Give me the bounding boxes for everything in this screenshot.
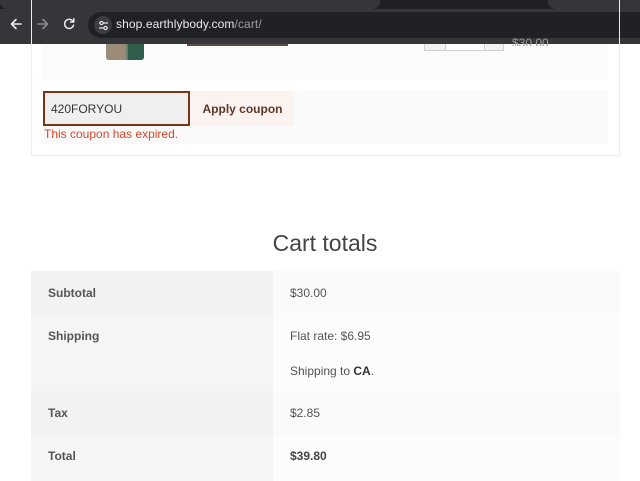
- back-button[interactable]: [6, 14, 26, 34]
- product-name-link[interactable]: [187, 44, 288, 46]
- tax-label: Tax: [48, 406, 68, 420]
- shipping-rate: Flat rate: $6.95: [290, 329, 371, 343]
- tax-value: $2.85: [290, 406, 321, 420]
- coupon-error-message: This coupon has expired.: [44, 127, 179, 141]
- total-row: Total $39.80: [31, 436, 620, 481]
- cart-totals-heading: Cart totals: [272, 230, 378, 256]
- cart-totals-table: Subtotal $30.00 Shipping Flat rate: $6.9…: [31, 271, 620, 481]
- total-label: Total: [48, 449, 76, 463]
- shipping-row: Shipping Flat rate: $6.95 Shipping to CA…: [31, 314, 620, 391]
- total-value: $39.80: [290, 449, 327, 463]
- coupon-code-input[interactable]: [43, 91, 190, 126]
- line-item-price: $30.00: [512, 36, 549, 46]
- quantity-stepper[interactable]: [424, 44, 504, 51]
- tax-row: Tax $2.85: [31, 391, 620, 436]
- subtotal-value: $30.00: [290, 286, 327, 300]
- subtotal-label: Subtotal: [48, 286, 96, 300]
- product-thumbnail[interactable]: [106, 44, 144, 60]
- shipping-destination: Shipping to CA.: [290, 364, 375, 378]
- apply-coupon-button[interactable]: Apply coupon: [191, 91, 294, 126]
- subtotal-row: Subtotal $30.00: [31, 271, 620, 314]
- shipping-label: Shipping: [48, 329, 100, 343]
- arrow-left-icon: [10, 18, 22, 30]
- shipping-region: CA: [353, 364, 371, 378]
